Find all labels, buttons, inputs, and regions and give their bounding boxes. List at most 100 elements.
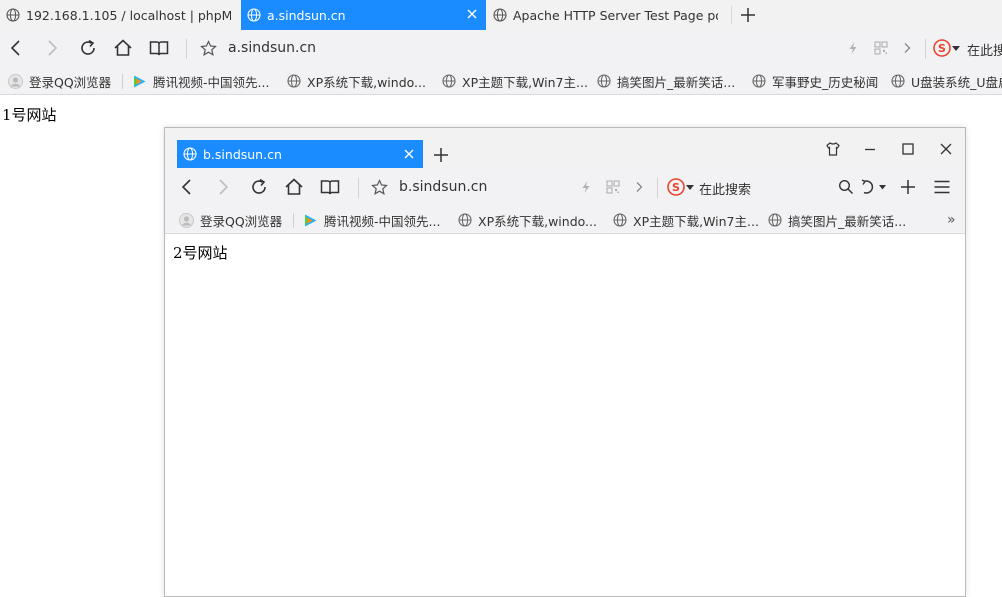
tab-title: b.sindsun.cn [203,146,282,162]
tab-b-sindsun[interactable]: b.sindsun.cn [177,140,423,168]
minimize-icon[interactable] [862,141,878,157]
menu-icon[interactable] [933,178,951,196]
inner-tab-bar: b.sindsun.cn [165,128,965,168]
search-input[interactable]: 在此搜索 [699,179,751,198]
bookmark-label: 军事野史_历史秘闻 [772,74,879,90]
bookmark-funny-pics[interactable]: 搞笑图片_最新笑话... [768,206,906,234]
avatar-icon [179,212,194,228]
bookmark-label: 腾讯视频-中国领先... [153,74,270,90]
nav-divider [186,39,187,59]
close-window-icon[interactable] [938,141,954,157]
tab-divider [731,6,732,24]
chevron-right-icon[interactable] [632,180,646,194]
search-icon[interactable] [838,179,854,195]
tab-title: 192.168.1.105 / localhost | phpMyA [26,7,231,23]
address-bar[interactable]: a.sindsun.cn [228,40,316,56]
outer-tab-bar: 192.168.1.105 / localhost | phpMyA a.sin… [0,0,1002,30]
undo-icon[interactable] [859,178,877,196]
tencent-video-icon [303,213,318,228]
reload-icon[interactable] [78,38,98,58]
bookmark-xp-theme[interactable]: XP主题下载,Win7主... [613,206,759,234]
globe-icon [442,74,456,88]
bookmark-tencent-video[interactable]: 腾讯视频-中国领先... [132,67,269,95]
new-tab-icon[interactable] [433,147,449,163]
bookmark-label: 登录QQ浏览器 [29,74,112,90]
inner-page-content: 2号网站 [173,244,228,262]
dropdown-caret-icon[interactable] [952,46,960,52]
reload-icon[interactable] [249,177,269,197]
chevron-right-icon[interactable] [900,41,914,55]
bookmark-divider [122,74,123,89]
globe-icon [891,74,905,88]
reader-icon[interactable] [320,177,340,197]
globe-icon [6,8,20,22]
bookmark-label: 登录QQ浏览器 [200,213,283,229]
tab-apache[interactable]: Apache HTTP Server Test Page pov [487,0,731,30]
bookmarks-overflow-button[interactable]: » [947,206,956,234]
address-bar[interactable]: b.sindsun.cn [399,179,487,195]
inner-browser-window: b.sindsun.cn b.sindsun.cn S 在此搜索 登录QQ浏览器… [164,127,966,597]
globe-icon [597,74,611,88]
tab-a-sindsun[interactable]: a.sindsun.cn [241,0,486,30]
globe-icon [768,213,782,227]
bookmark-tencent-video[interactable]: 腾讯视频-中国领先... [303,206,440,234]
globe-icon [752,74,766,88]
bookmark-login-qq[interactable]: 登录QQ浏览器 [179,206,282,234]
outer-navigation-bar: a.sindsun.cn S 在此搜 [0,30,1002,67]
bookmark-label: 搞笑图片_最新笑话... [617,74,736,90]
bookmark-usb-system[interactable]: U盘装系统_U盘启 [891,67,1002,95]
maximize-icon[interactable] [900,141,916,157]
bookmark-xp-theme[interactable]: XP主题下载,Win7主... [442,67,588,95]
skin-icon[interactable] [825,141,841,157]
dropdown-caret-icon[interactable] [879,185,886,190]
tab-phpmyadmin[interactable]: 192.168.1.105 / localhost | phpMyA [0,0,240,30]
inner-navigation-bar: b.sindsun.cn S 在此搜索 [165,168,965,206]
bookmark-xp-download[interactable]: XP系统下载,windo... [287,67,426,95]
reader-icon[interactable] [149,38,169,58]
forward-icon[interactable] [213,177,233,197]
qr-code-icon[interactable] [874,41,888,55]
bookmark-military-history[interactable]: 军事野史_历史秘闻 [752,67,878,95]
nav-divider [657,178,658,198]
globe-icon [458,213,472,227]
search-input[interactable]: 在此搜 [967,40,1002,59]
lightning-icon[interactable] [579,180,593,194]
home-icon[interactable] [113,38,133,58]
bookmark-login-qq[interactable]: 登录QQ浏览器 [8,67,111,95]
star-icon[interactable] [200,40,217,57]
qr-code-icon[interactable] [606,180,620,194]
forward-icon[interactable] [42,38,62,58]
bookmark-divider [293,213,294,228]
nav-divider [358,178,359,198]
bookmark-label: 腾讯视频-中国领先... [324,213,441,229]
sogou-search-icon[interactable]: S [933,39,951,57]
inner-bookmarks-bar: 登录QQ浏览器 腾讯视频-中国领先... XP系统下载,windo... XP主… [165,206,965,234]
tencent-video-icon [132,74,147,89]
star-icon[interactable] [371,179,388,196]
back-icon[interactable] [6,38,26,58]
lightning-icon[interactable] [846,41,860,55]
close-tab-icon[interactable] [403,148,415,160]
globe-icon [493,8,507,22]
bookmark-label: XP系统下载,windo... [307,74,426,90]
sogou-search-icon[interactable]: S [667,178,685,196]
bookmark-label: XP系统下载,windo... [478,213,597,229]
bookmark-xp-download[interactable]: XP系统下载,windo... [458,206,597,234]
dropdown-caret-icon[interactable] [686,185,694,191]
new-tab-icon[interactable] [740,7,756,23]
globe-icon [613,213,627,227]
close-tab-icon[interactable] [466,8,478,20]
svg-text:S: S [938,42,946,55]
tab-title: Apache HTTP Server Test Page pov [513,7,718,23]
svg-text:S: S [672,181,680,194]
tab-title: a.sindsun.cn [267,7,346,23]
home-icon[interactable] [284,177,304,197]
bookmark-label: 搞笑图片_最新笑话... [788,213,907,229]
avatar-icon [8,73,23,89]
globe-icon [183,147,197,161]
back-icon[interactable] [177,177,197,197]
globe-icon [247,8,261,22]
plus-icon[interactable] [899,178,917,196]
bookmark-funny-pics[interactable]: 搞笑图片_最新笑话... [597,67,735,95]
bookmark-label: XP主题下载,Win7主... [633,213,759,229]
